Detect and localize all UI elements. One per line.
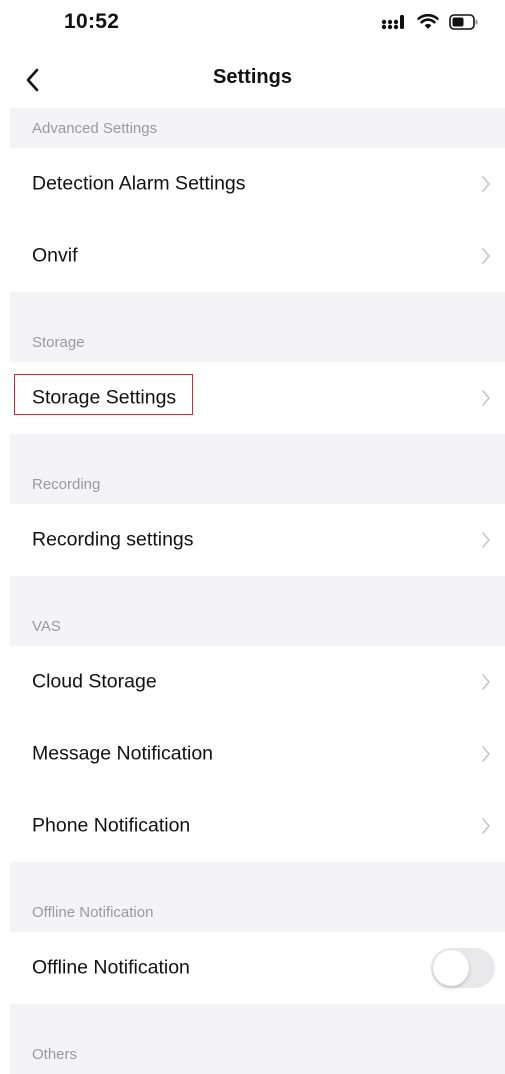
row-label: Offline Notification [32, 956, 190, 979]
section-header-label: Others [32, 1046, 78, 1063]
section-header-vas: VAS [10, 576, 505, 646]
row-cloud-storage[interactable]: Cloud Storage [10, 646, 505, 718]
chevron-right-icon [482, 390, 490, 406]
status-time: 10:52 [64, 10, 120, 33]
section-header-label: VAS [32, 618, 61, 635]
section-header-others: Others [10, 1004, 505, 1074]
row-offline-notification: Offline Notification [10, 932, 505, 1004]
row-label: Phone Notification [32, 814, 191, 837]
page-title: Settings [213, 66, 292, 88]
chevron-right-icon [482, 746, 490, 762]
row-recording-settings[interactable]: Recording settings [10, 504, 505, 576]
section-header-recording: Recording [10, 434, 505, 504]
row-phone-notification[interactable]: Phone Notification [10, 790, 505, 862]
battery-icon [449, 14, 479, 35]
wifi-icon [417, 13, 439, 35]
signal-icon [381, 14, 407, 35]
row-onvif[interactable]: Onvif [10, 220, 505, 292]
status-bar: 10:52 [0, 0, 505, 48]
chevron-right-icon [482, 176, 490, 192]
chevron-right-icon [482, 248, 490, 264]
row-label: Recording settings [32, 528, 194, 551]
section-header-label: Recording [32, 476, 101, 493]
offline-notification-toggle[interactable] [431, 948, 495, 988]
row-detection-alarm-settings[interactable]: Detection Alarm Settings [10, 148, 505, 220]
chevron-right-icon [482, 532, 490, 548]
section-header-label: Offline Notification [32, 904, 154, 921]
row-label: Message Notification [32, 742, 214, 765]
row-label: Storage Settings [32, 386, 177, 409]
row-message-notification[interactable]: Message Notification [10, 718, 505, 790]
status-icons [381, 13, 479, 35]
row-label: Onvif [32, 244, 78, 267]
nav-bar: Settings [0, 52, 505, 108]
section-header-label: Storage [32, 334, 85, 351]
toggle-knob [433, 950, 469, 986]
section-header-advanced: Advanced Settings [10, 108, 505, 148]
settings-list: Advanced Settings Detection Alarm Settin… [10, 108, 505, 1074]
chevron-right-icon [482, 674, 490, 690]
section-header-storage: Storage [10, 292, 505, 362]
row-label: Detection Alarm Settings [32, 172, 246, 195]
chevron-right-icon [482, 818, 490, 834]
section-header-label: Advanced Settings [32, 120, 158, 137]
section-header-offline: Offline Notification [10, 862, 505, 932]
row-storage-settings[interactable]: Storage Settings [10, 362, 505, 434]
row-label: Cloud Storage [32, 670, 157, 693]
